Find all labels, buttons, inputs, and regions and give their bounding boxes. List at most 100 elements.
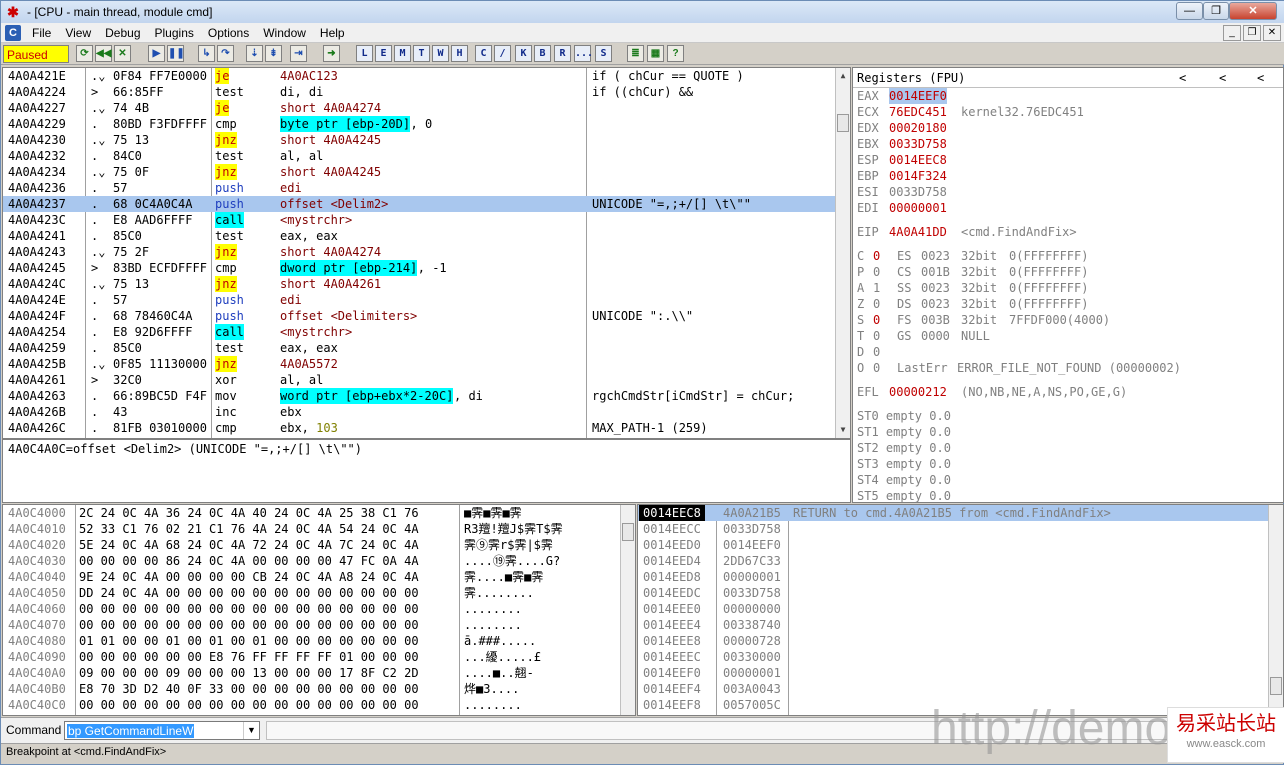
dump-row[interactable]: 4A0C4080 01 01 00 00 01 00 01 00 01 00 00… [3,633,623,649]
flag-bit[interactable]: 0 [873,360,880,376]
register-row[interactable]: EAX 0014EEF0 [857,88,1277,104]
dump-row[interactable]: 4A0C4060 00 00 00 00 00 00 00 00 00 00 00… [3,601,623,617]
options-list-icon[interactable]: ≣ [627,45,644,62]
threads-window-button[interactable]: T [413,45,430,62]
register-value[interactable]: 00020180 [889,120,947,136]
mdi-restore-button[interactable]: ❐ [1243,25,1261,41]
flag-row[interactable]: S 0 FS 003B 32bit 7FFDF000(4000) [857,312,1277,328]
disasm-row[interactable]: 4A0A426B. 43 inc ebx [3,404,837,420]
dump-row[interactable]: 4A0C4090 00 00 00 00 00 00 E8 76 FF FF FF… [3,649,623,665]
flag-bit[interactable]: 0 [873,264,880,280]
register-value[interactable]: 0014F324 [889,168,947,184]
patches-window-button[interactable]: / [494,45,511,62]
disasm-row[interactable]: 4A0A4261 >32C0 xor al, al [3,372,837,388]
flag-bit[interactable]: 0 [873,296,880,312]
dump-row[interactable]: 4A0C4010 52 33 C1 76 02 21 C1 76 4A 24 0C… [3,521,623,537]
restart-icon[interactable]: ◀◀ [95,45,112,62]
disasm-row[interactable]: 4A0A4254. E8 92D6FFFF call <mystrchr> [3,324,837,340]
modules-window-button[interactable]: E [375,45,392,62]
command-input[interactable]: bp GetCommandLineW ▼ [64,721,260,740]
source-window-button[interactable]: S [595,45,612,62]
info-pane[interactable]: 4A0C4A0C=offset <Delim2> (UNICODE "=,;+/… [2,439,851,503]
scroll-thumb[interactable] [1270,677,1282,695]
run-icon[interactable]: ▶ [148,45,165,62]
disasm-row[interactable]: 4A0A424C .⌄ 75 13 jnz short 4A0A4261 [3,276,837,292]
open-icon[interactable]: ⟳ [76,45,93,62]
menu-file[interactable]: File [25,26,58,40]
flag-row[interactable]: T 0 GS 0000 NULL [857,328,1277,344]
dump-row[interactable]: 4A0C4050 DD 24 0C 4A 00 00 00 00 00 00 00… [3,585,623,601]
menu-window[interactable]: Window [256,26,313,40]
register-value[interactable]: 0014EEC8 [889,152,947,168]
minimize-button[interactable]: — [1176,2,1203,20]
stack-row[interactable]: 0014EEDC 0033D758 [638,585,1270,601]
menu-debug[interactable]: Debug [98,26,147,40]
dump-row[interactable]: 4A0C4030 00 00 00 00 86 24 0C 4A 00 00 00… [3,553,623,569]
disasm-row[interactable]: 4A0A4224 >66:85FF test di, di if ((chCur) && [3,84,837,100]
help-icon[interactable]: ? [667,45,684,62]
memory-window-button[interactable]: M [394,45,411,62]
disasm-row[interactable]: 4A0A4259. 85C0 test eax, eax [3,340,837,356]
stack-row[interactable]: 0014EEE0 00000000 [638,601,1270,617]
scroll-down-icon[interactable]: ▼ [837,424,849,436]
mdi-close-button[interactable]: ✕ [1263,25,1281,41]
dump-scrollbar[interactable] [620,505,635,715]
disasm-row[interactable]: 4A0A425B .⌄ 0F85 11130000 jnz 4A0A5572 [3,356,837,372]
scroll-thumb[interactable] [837,114,849,132]
register-row[interactable]: ESP 0014EEC8 [857,152,1277,168]
dump-row[interactable]: 4A0C4000 2C 24 0C 4A 36 24 0C 4A 40 24 0C… [3,505,623,521]
stack-row[interactable]: 0014EECC 0033D758 [638,521,1270,537]
trace-into-icon[interactable]: ⇣ [246,45,263,62]
chevron-left-icon[interactable]: < [1257,68,1264,88]
windows-window-button[interactable]: W [432,45,449,62]
execute-till-return-icon[interactable]: ⇥ [290,45,307,62]
menu-plugins[interactable]: Plugins [148,26,201,40]
chevron-left-icon[interactable]: < [1219,68,1226,88]
callstack-window-button[interactable]: K [515,45,532,62]
register-value[interactable]: 76EDC451 [889,104,947,120]
cpu-window-icon[interactable]: C [5,24,21,41]
menu-help[interactable]: Help [313,26,352,40]
disasm-row[interactable]: 4A0A4227 .⌄ 74 4B je short 4A0A4274 [3,100,837,116]
hex-dump-pane[interactable]: 4A0C4000 2C 24 0C 4A 36 24 0C 4A 40 24 0C… [2,504,636,716]
dump-row[interactable]: 4A0C40B0 E8 70 3D D2 40 0F 33 00 00 00 00… [3,681,623,697]
disasm-row[interactable]: 4A0A423C. E8 AAD6FFFF call <mystrchr> [3,212,837,228]
pause-icon[interactable]: ❚❚ [167,45,185,62]
stack-pane[interactable]: 0014EEC8 4A0A21B5 RETURN to cmd.4A0A21B5 f… [637,504,1284,716]
log-window-button[interactable]: L [356,45,373,62]
stack-row[interactable]: 0014EEEC 00330000 [638,649,1270,665]
stack-row[interactable]: 0014EEC8 4A0A21B5 RETURN to cmd.4A0A21B5 f… [638,505,1270,521]
register-value[interactable]: 0033D758 [889,184,947,200]
close-program-icon[interactable]: ✕ [114,45,131,62]
menu-view[interactable]: View [58,26,98,40]
fpu-row[interactable]: ST2 empty 0.0 [857,440,1277,456]
disasm-row[interactable]: 4A0A4245 >83BD ECFDFFFF cmp dword ptr [ebp-… [3,260,837,276]
register-value[interactable]: 0033D758 [889,136,947,152]
handles-window-button[interactable]: H [451,45,468,62]
disasm-row[interactable]: 4A0A424E. 57 push edi [3,292,837,308]
flag-bit[interactable]: 1 [873,280,880,296]
stack-row[interactable]: 0014EEE8 00000728 [638,633,1270,649]
fpu-row[interactable]: ST1 empty 0.0 [857,424,1277,440]
dump-row[interactable]: 4A0C4020 5E 24 0C 4A 68 24 0C 4A 72 24 0C… [3,537,623,553]
flag-row[interactable]: A 1 SS 0023 32bit 0(FFFFFFFF) [857,280,1277,296]
scroll-thumb[interactable] [622,523,634,541]
disassembly-pane[interactable]: 4A0A421E .⌄ 0F84 FF7E0000 je 4A0AC123 if ( ch… [2,67,851,439]
flag-row[interactable]: D0 [857,344,1277,360]
run-trace-window-button[interactable]: ... [574,45,593,62]
maximize-button[interactable]: ❐ [1203,2,1229,20]
stack-row[interactable]: 0014EEE4 00338740 [638,617,1270,633]
fpu-row[interactable]: ST4 empty 0.0 [857,472,1277,488]
trace-over-icon[interactable]: ⇟ [265,45,282,62]
flag-bit[interactable]: 0 [873,248,880,264]
register-value[interactable]: 00000001 [889,200,947,216]
register-row[interactable]: EIP 4A0A41DD <cmd.FindAndFix> [857,224,1277,240]
register-row[interactable]: EFL 00000212 (NO,NB,NE,A,NS,PO,GE,G) [857,384,1277,400]
register-value[interactable]: 4A0A41DD [889,224,947,240]
flag-bit[interactable]: 0 [873,328,880,344]
disasm-row[interactable]: 4A0A4230 .⌄ 75 13 jnz short 4A0A4245 [3,132,837,148]
stack-row[interactable]: 0014EEF4 003A0043 [638,681,1270,697]
goto-icon[interactable]: ➜ [323,45,340,62]
dump-row[interactable]: 4A0C40C0 00 00 00 00 00 00 00 00 00 00 00… [3,697,623,713]
cpu-window-button[interactable]: C [475,45,492,62]
